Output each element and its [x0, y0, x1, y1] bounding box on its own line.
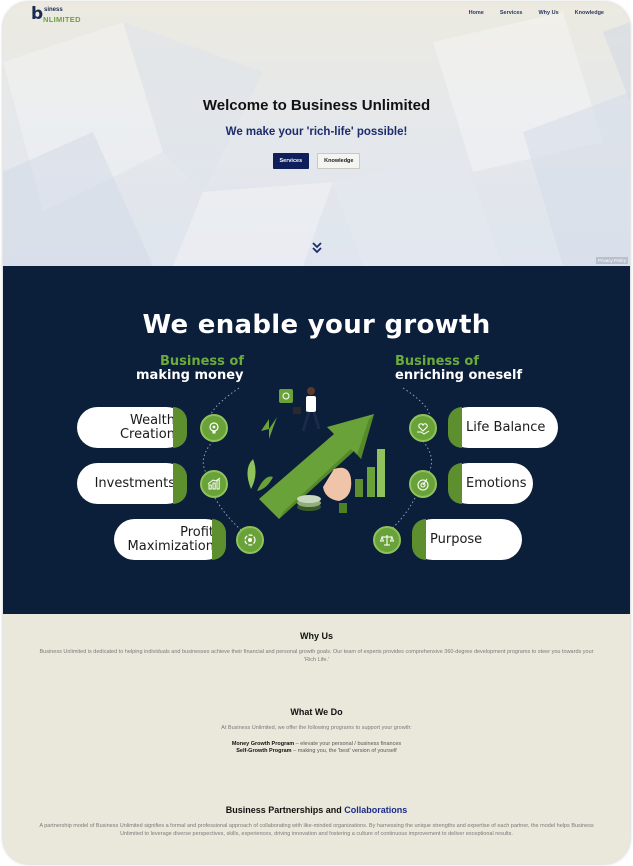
logo-top-text: siness	[44, 7, 63, 13]
logo-mark: b	[31, 4, 44, 24]
wealth-line1: Wealth	[129, 412, 175, 428]
what-we-do-title: What We Do	[290, 707, 343, 717]
pill-tab	[412, 519, 426, 560]
hero-title: Welcome to Business Unlimited	[202, 97, 431, 114]
program-item: Self-Growth Program – making you, the 'b…	[3, 748, 630, 756]
gear-card-icon	[279, 389, 293, 403]
hero-subtitle: We make your 'rich-life' possible!	[225, 126, 408, 138]
nav-services[interactable]: Services	[500, 10, 523, 16]
page-frame: Welcome to Business Unlimited We make yo…	[3, 2, 630, 864]
what-we-do-intro: At Business Unlimited, we offer the foll…	[221, 725, 412, 731]
top-nav: b siness NLIMITED Home Services Why Us K…	[3, 2, 630, 28]
growth-section: We enable your growth Business of making…	[3, 266, 630, 614]
bar-1	[367, 467, 375, 497]
bar-chart-icon	[200, 470, 228, 498]
pill-profit-maximization: Profit Maximization	[114, 519, 226, 560]
program-list: Money Growth Program – elevate your pers…	[3, 741, 630, 756]
nav-knowledge[interactable]: Knowledge	[575, 10, 604, 16]
partnerships-section: Business Partnerships and Collaborations…	[3, 805, 630, 838]
bar-3	[355, 479, 363, 497]
chevron-double-down-icon[interactable]	[310, 241, 324, 255]
briefcase	[293, 407, 301, 414]
what-we-do-section: What We Do At Business Unlimited, we off…	[3, 707, 630, 756]
partnerships-title-main: Business Partnerships and	[225, 805, 345, 815]
life-balance-label: Life Balance	[466, 419, 546, 435]
person-head	[307, 387, 315, 395]
why-us-section: Why Us Business Unlimited is dedicated t…	[3, 631, 630, 664]
growth-illustration	[247, 387, 385, 519]
logo[interactable]: b siness NLIMITED	[31, 6, 91, 26]
nav-home[interactable]: Home	[469, 10, 484, 16]
target-icon	[409, 470, 437, 498]
pill-tab	[448, 463, 462, 504]
bar-2	[377, 449, 385, 497]
nav-links: Home Services Why Us Knowledge	[469, 10, 604, 16]
pill-life-balance: Life Balance	[448, 407, 558, 448]
settings-cycle-icon	[236, 526, 264, 554]
heart-hand-icon	[409, 414, 437, 442]
leaf-icon	[261, 417, 277, 439]
partnerships-title-highlight: Collaborations	[344, 805, 408, 815]
logo-bottom-text: NLIMITED	[43, 15, 81, 24]
knowledge-button[interactable]: Knowledge	[317, 153, 361, 169]
hero-section: Welcome to Business Unlimited We make yo…	[3, 2, 630, 266]
lightbulb-gear-icon	[200, 414, 228, 442]
services-button[interactable]: Services	[272, 153, 310, 169]
program-desc: – elevate your personal / business finan…	[294, 740, 402, 747]
privacy-policy-link[interactable]: Privacy Policy	[595, 257, 628, 264]
program-desc: – making you, the 'best' version of your…	[291, 748, 397, 754]
person-body	[306, 396, 316, 412]
emotions-label: Emotions	[466, 475, 527, 491]
program-name: Money Growth Program	[231, 740, 295, 747]
investments-label: Investments	[94, 475, 175, 491]
profit-line1: Profit	[180, 524, 214, 540]
program-name: Self-Growth Program	[236, 748, 292, 754]
why-us-text: Business Unlimited is dedicated to helpi…	[39, 649, 594, 663]
hero-buttons: Services Knowledge	[3, 153, 630, 169]
profit-line2: Maximization	[127, 538, 214, 554]
pill-purpose: Purpose	[412, 519, 522, 560]
nav-why-us[interactable]: Why Us	[538, 10, 558, 16]
pill-tab	[448, 407, 462, 448]
why-us-title: Why Us	[299, 631, 333, 641]
wealth-line2: Creation	[119, 426, 175, 442]
purpose-label: Purpose	[430, 531, 483, 547]
pill-investments: Investments	[77, 463, 187, 504]
partnerships-text: A partnership model of Business Unlimite…	[39, 823, 594, 837]
pill-wealth-creation: Wealth Creation	[77, 407, 187, 448]
pill-emotions: Emotions	[448, 463, 533, 504]
scale-icon	[373, 526, 401, 554]
program-item: Money Growth Program – elevate your pers…	[3, 741, 630, 749]
partnerships-title: Business Partnerships and Collaborations	[3, 805, 630, 815]
